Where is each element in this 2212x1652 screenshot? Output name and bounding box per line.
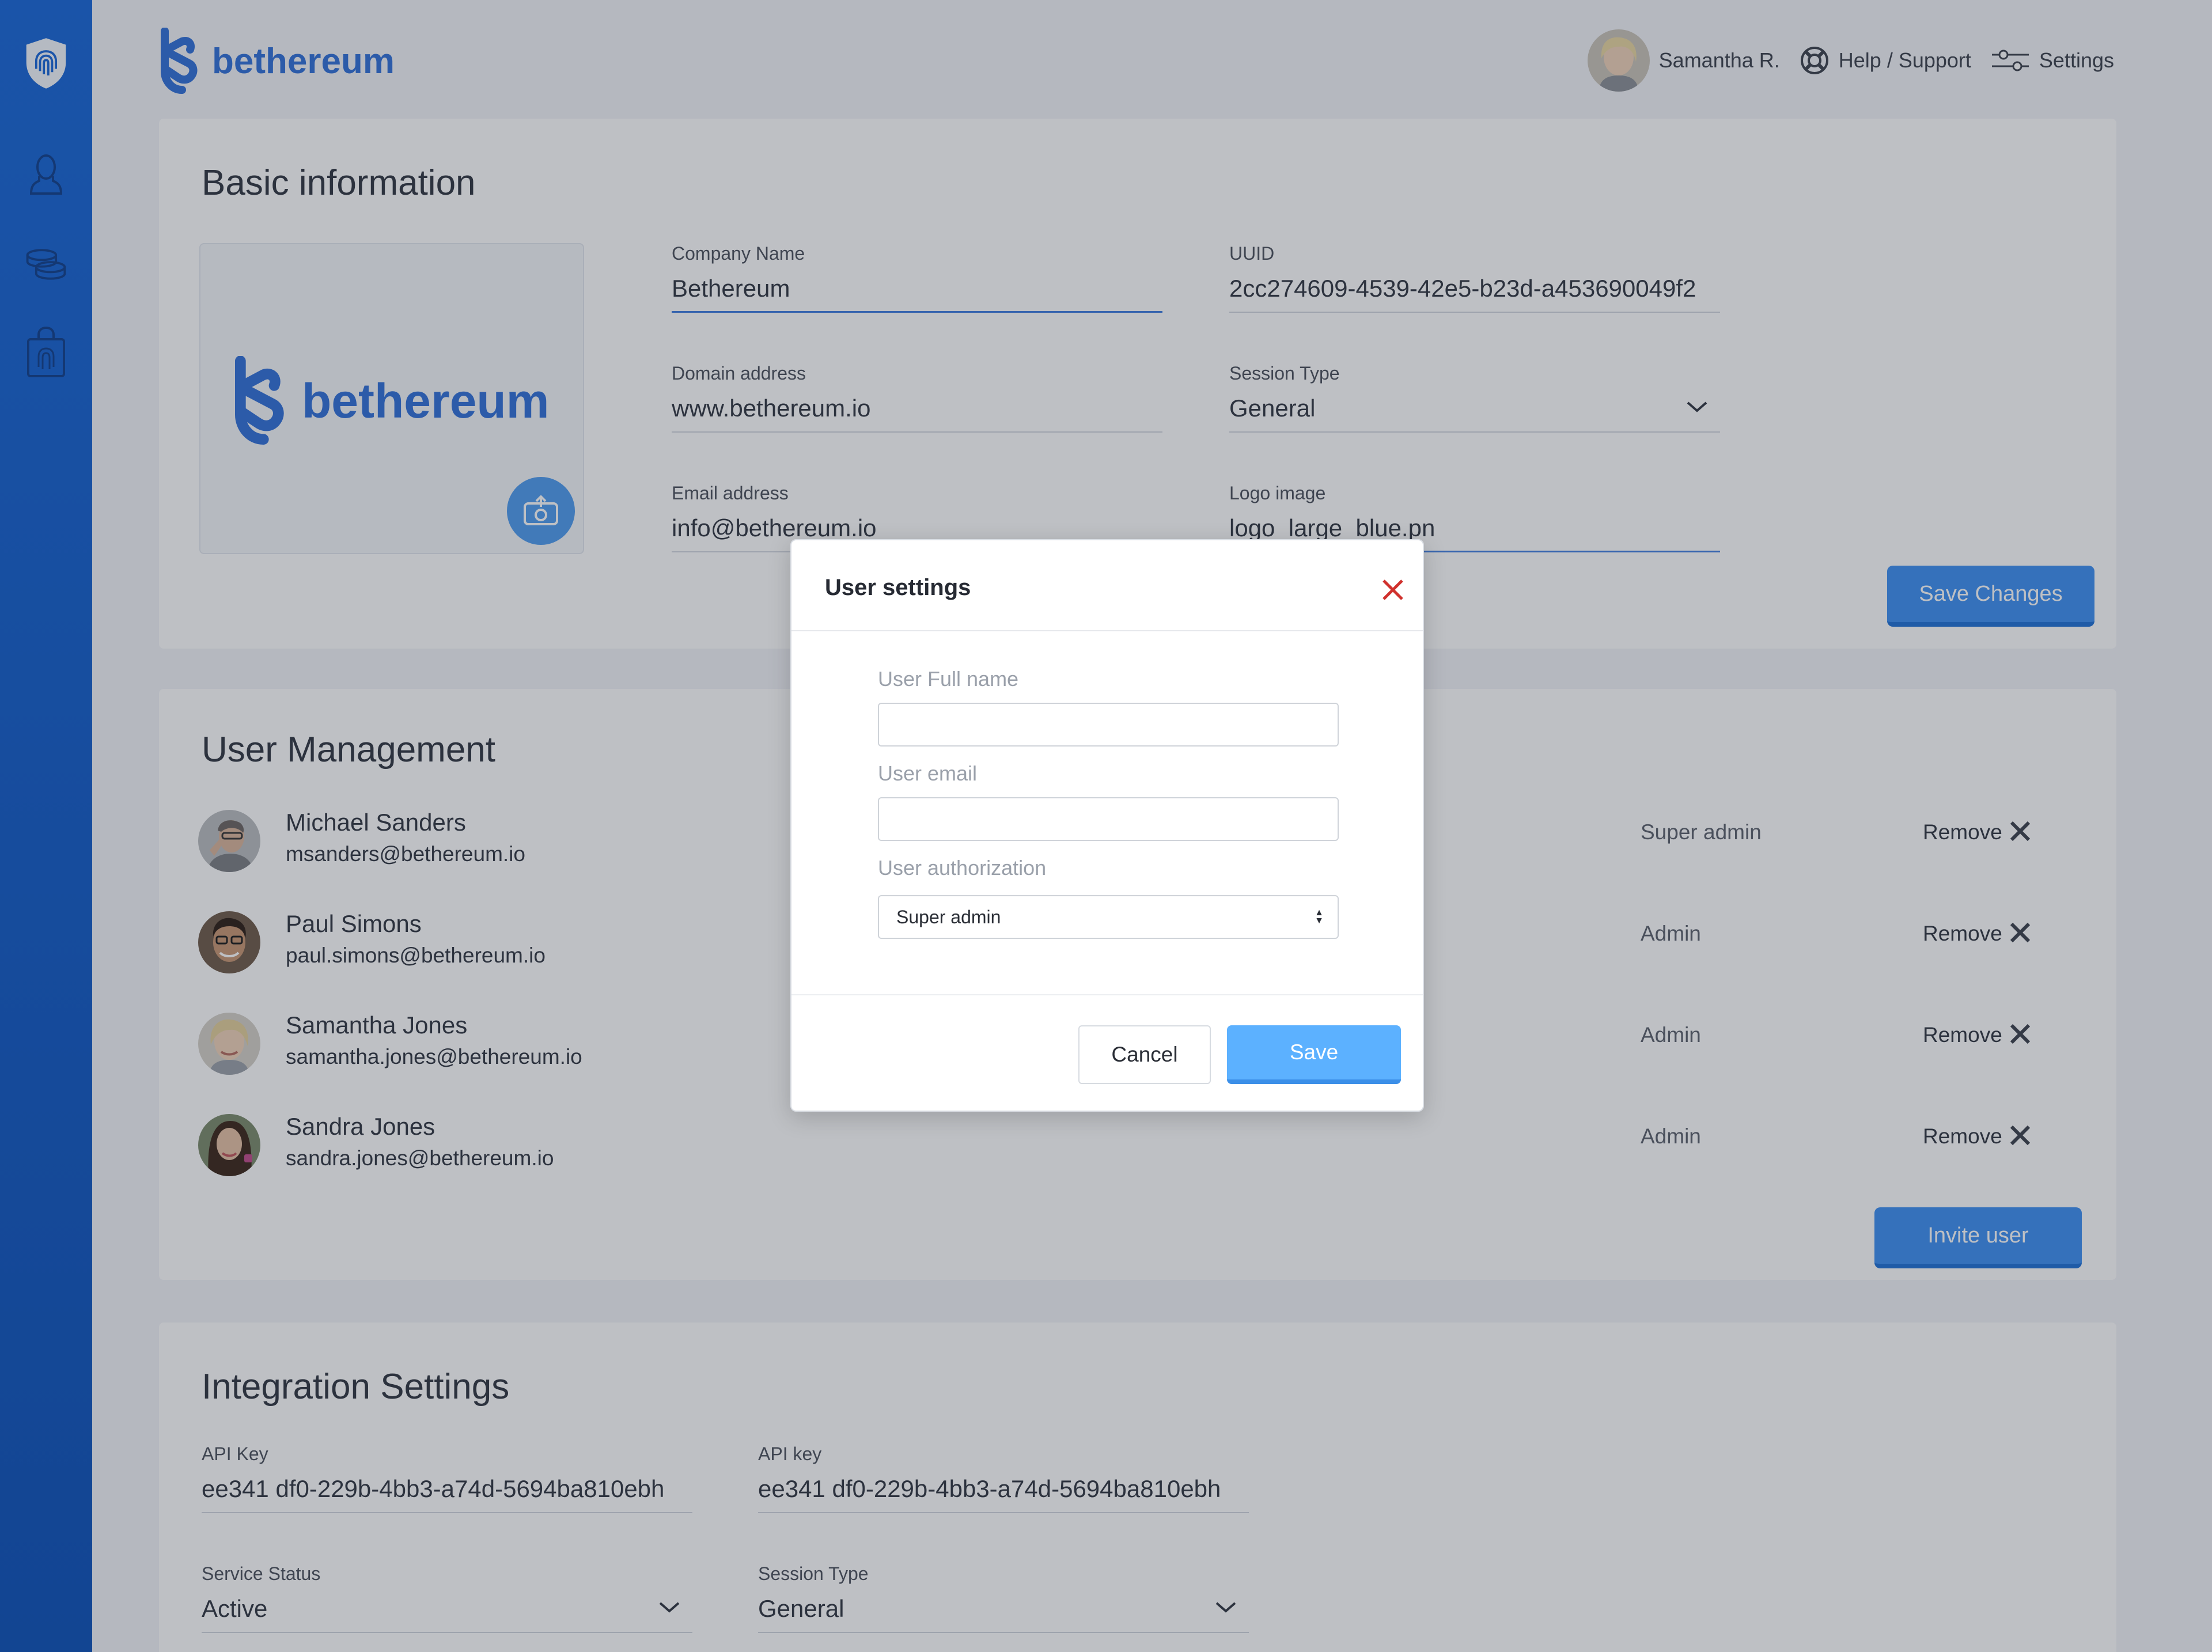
select-arrows-icon: ▲ ▼ [1315,908,1324,926]
cancel-button[interactable]: Cancel [1078,1025,1211,1084]
user-email-label: User email [878,761,978,785]
authorization-select[interactable]: Super admin ▲ ▼ [878,895,1339,939]
authorization-selected-value: Super admin [896,906,1001,927]
user-email-input[interactable] [878,797,1339,841]
save-button[interactable]: Save [1227,1025,1401,1084]
modal-title: User settings [825,575,971,600]
user-settings-modal: User settings User Full name User email … [790,539,1424,1112]
close-icon[interactable] [1380,577,1406,603]
authorization-label: User authorization [878,856,1047,880]
modal-header: User settings [791,540,1423,631]
full-name-label: User Full name [878,667,1019,691]
modal-divider [791,994,1423,995]
full-name-input[interactable] [878,703,1339,747]
